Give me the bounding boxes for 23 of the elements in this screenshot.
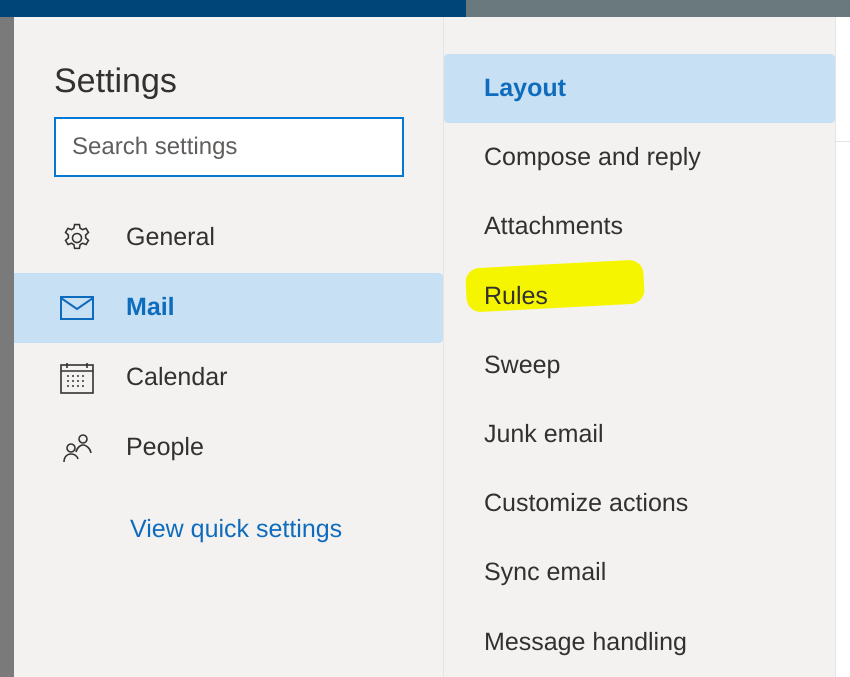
category-item[interactable]: General [14, 203, 443, 273]
category-label: People [126, 432, 204, 464]
subcategory-item[interactable]: Junk email [484, 416, 604, 454]
subcategory-item[interactable]: Attachments [484, 208, 623, 246]
subcategory-item[interactable]: Customize actions [484, 485, 688, 523]
subcategory-item[interactable]: Message handling [484, 624, 687, 662]
subcategory-item[interactable]: Rules [484, 278, 548, 316]
search-field[interactable]: Search settings [54, 117, 404, 177]
category-item[interactable]: Mail [14, 273, 443, 343]
subcategory-item[interactable]: Sweep [484, 346, 560, 384]
subcategory-item[interactable]: Compose and reply [484, 139, 701, 177]
subcategory-item[interactable]: Sync email [484, 554, 606, 592]
people-icon [61, 432, 93, 464]
view-quick-settings-link[interactable]: View quick settings [130, 511, 342, 548]
subcategory-item[interactable]: Layout [484, 70, 566, 108]
mail-icon [60, 295, 94, 321]
category-label: Mail [126, 292, 175, 324]
category-label: Calendar [126, 362, 228, 394]
settings-title: Settings [54, 61, 177, 101]
calendar-icon [60, 362, 94, 394]
category-item[interactable]: Calendar [14, 343, 443, 413]
category-item[interactable]: People [14, 413, 443, 483]
category-label: General [126, 222, 215, 254]
